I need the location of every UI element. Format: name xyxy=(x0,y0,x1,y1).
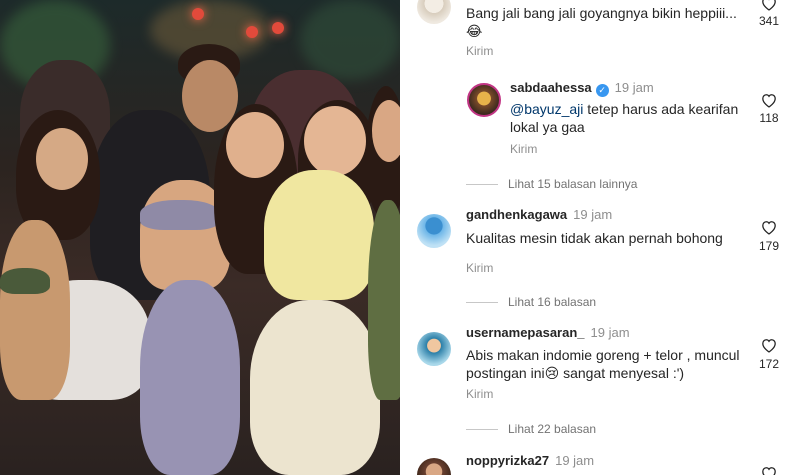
lantern xyxy=(272,22,284,34)
divider-line xyxy=(466,184,498,186)
view-replies-label[interactable]: Lihat 15 balasan lainnya xyxy=(508,177,637,191)
avatar[interactable] xyxy=(417,458,451,475)
avatar[interactable] xyxy=(417,332,451,366)
comment-text: Abis makan indomie goreng + telor , munc… xyxy=(466,347,740,381)
person-face xyxy=(372,100,400,162)
avatar[interactable] xyxy=(467,83,501,117)
comment-username[interactable]: gandhenkagawa 19 jam xyxy=(466,207,612,222)
comment-text: Bang jali bang jali goyangnya bikin hepp… xyxy=(466,5,737,39)
comment-text: @bayuz_aji tetep harus ada kearifan loka… xyxy=(510,100,750,136)
person-top xyxy=(140,200,220,230)
reply-button[interactable]: Kirim xyxy=(510,142,537,156)
reply-button[interactable]: Kirim xyxy=(466,261,493,275)
comment-item: sabdaahessa ✓ 19 jam @bayuz_aji tetep haru… xyxy=(400,80,800,170)
heart-icon[interactable] xyxy=(760,465,778,475)
view-replies-button[interactable]: Lihat 15 balasan lainnya xyxy=(466,177,637,191)
username-text[interactable]: usernamepasaran_ xyxy=(466,325,585,340)
username-text[interactable]: gandhenkagawa xyxy=(466,207,567,222)
reply-button[interactable]: Kirim xyxy=(466,387,493,401)
view-replies-button[interactable]: Lihat 16 balasan xyxy=(466,295,596,309)
comments-panel: Bang jali bang jali goyangnya bikin hepp… xyxy=(400,0,800,475)
comment-time: 19 jam xyxy=(555,453,595,468)
avatar[interactable] xyxy=(417,0,451,24)
person-skirt xyxy=(250,300,380,475)
view-replies-button[interactable]: Lihat 22 balasan xyxy=(466,422,596,436)
comment-text: Kualitas mesin tidak akan pernah bohong xyxy=(466,230,723,246)
like-count: 172 xyxy=(758,357,780,371)
comment-username[interactable]: noppyrizka27 19 jam xyxy=(466,453,594,468)
reply-button[interactable]: Kirim xyxy=(466,44,493,58)
divider-line xyxy=(466,302,498,304)
username-text[interactable]: sabdaahessa xyxy=(510,80,592,95)
heart-icon[interactable] xyxy=(760,92,778,108)
comment-item: Bang jali bang jali goyangnya bikin hepp… xyxy=(400,0,800,60)
comment-item: usernamepasaran_ 19 jam Abis makan indomi… xyxy=(400,325,800,415)
verified-badge-icon: ✓ xyxy=(595,84,609,97)
person-top xyxy=(0,268,50,294)
comment-item: noppyrizka27 19 jam xyxy=(400,453,800,475)
like-count: 118 xyxy=(759,111,779,125)
like-count: 179 xyxy=(758,239,780,253)
heart-icon[interactable] xyxy=(760,0,778,11)
comment-time: 19 jam xyxy=(614,80,654,95)
heart-icon[interactable] xyxy=(760,337,778,353)
mention-link[interactable]: @bayuz_aji xyxy=(510,101,583,117)
person-skirt xyxy=(140,280,240,475)
person-face xyxy=(36,128,88,190)
person-body xyxy=(0,220,70,400)
person-top xyxy=(264,170,374,300)
lantern xyxy=(246,26,258,38)
like-count: 341 xyxy=(758,14,780,28)
person-face xyxy=(304,106,366,176)
heart-icon[interactable] xyxy=(760,219,778,235)
username-text[interactable]: noppyrizka27 xyxy=(466,453,549,468)
lantern xyxy=(192,8,204,20)
palm-leaves xyxy=(300,0,400,80)
view-replies-label[interactable]: Lihat 16 balasan xyxy=(508,295,596,309)
person-face xyxy=(226,112,284,178)
view-replies-label[interactable]: Lihat 22 balasan xyxy=(508,422,596,436)
comment-username[interactable]: usernamepasaran_ 19 jam xyxy=(466,325,630,340)
avatar[interactable] xyxy=(417,214,451,248)
post-photo[interactable] xyxy=(0,0,400,475)
person-body xyxy=(368,200,400,400)
comment-username[interactable]: sabdaahessa ✓ 19 jam xyxy=(510,80,654,97)
comment-time: 19 jam xyxy=(590,325,630,340)
divider-line xyxy=(466,429,498,431)
comment-item: gandhenkagawa 19 jam Kualitas mesin tidak… xyxy=(400,207,800,297)
comment-time: 19 jam xyxy=(573,207,613,222)
